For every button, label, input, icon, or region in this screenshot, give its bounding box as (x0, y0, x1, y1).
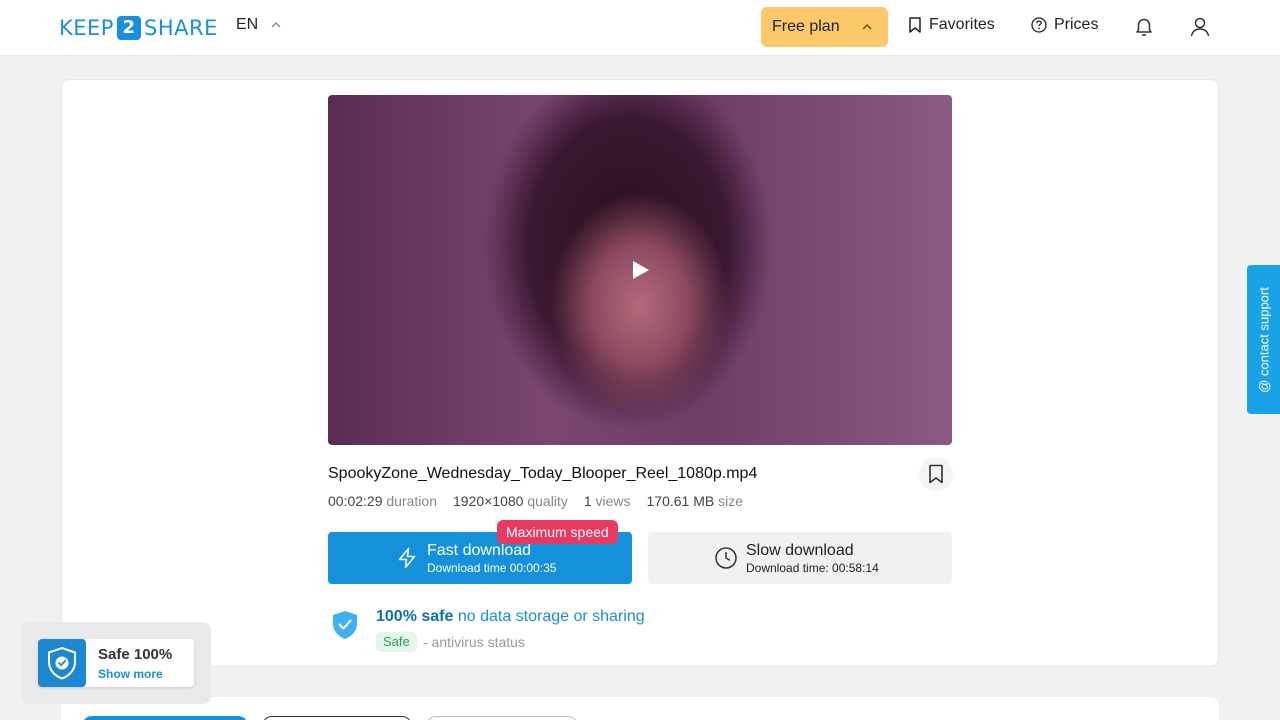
bookmark-icon (909, 17, 921, 33)
chevron-up-icon (862, 24, 872, 30)
top-header: KEEP 2 SHARE EN Free plan Favorites Pric… (0, 0, 1280, 56)
play-icon[interactable] (632, 260, 650, 280)
clock-icon (715, 547, 737, 569)
quality-value: 1920×1080 (452, 493, 524, 509)
logo-text-right: SHARE (143, 15, 218, 40)
show-more-link[interactable]: Show more (98, 667, 163, 681)
chevron-up-icon (271, 22, 281, 28)
shield-check-icon (333, 611, 357, 639)
fast-download-title: Fast download (427, 542, 532, 559)
contact-support-tab[interactable]: @ contact support (1247, 265, 1280, 414)
views-unit: views (595, 493, 631, 509)
favorites-link[interactable]: Favorites (908, 16, 995, 34)
tab-pill-second[interactable] (262, 716, 412, 720)
maximum-speed-badge: Maximum speed (497, 520, 618, 544)
safe-widget: Safe 100% Show more (21, 622, 211, 704)
file-meta: 00:02:29 duration 1920×1080 quality 1 vi… (328, 493, 743, 509)
plan-button[interactable]: Free plan (761, 7, 888, 47)
tab-pill-active[interactable] (82, 716, 248, 720)
logo-number: 2 (116, 15, 141, 40)
shield-check-icon (48, 646, 76, 680)
antivirus-safe-badge: Safe (376, 632, 417, 652)
quality-unit: quality (527, 493, 568, 509)
meta-size: 170.61 MB size (647, 493, 744, 509)
safety-headline-rest: no data storage or sharing (457, 608, 645, 625)
lightning-icon (398, 547, 416, 569)
video-preview[interactable] (328, 95, 952, 445)
slow-download-button[interactable]: Slow download Download time: 00:58:14 (648, 532, 952, 584)
user-account-icon[interactable] (1188, 15, 1212, 39)
plan-label: Free plan (772, 18, 840, 35)
site-logo[interactable]: KEEP 2 SHARE (59, 14, 218, 41)
meta-duration: 00:02:29 duration (328, 493, 437, 509)
slow-download-title: Slow download (746, 542, 854, 559)
tab-pill-third[interactable] (426, 716, 578, 720)
slow-download-time: Download time: 00:58:14 (746, 561, 879, 575)
views-value: 1 (583, 493, 592, 509)
language-label: EN (236, 16, 259, 33)
duration-value: 00:02:29 (328, 493, 383, 509)
duration-unit: duration (386, 493, 437, 509)
add-to-favorites-button[interactable] (919, 457, 953, 491)
safe-widget-title: Safe 100% (98, 646, 173, 663)
safety-headline: 100% safe no data storage or sharing (376, 608, 645, 626)
meta-quality: 1920×1080 quality (453, 493, 568, 509)
bookmark-icon (929, 464, 943, 484)
language-selector[interactable]: EN (236, 16, 282, 34)
size-unit: size (718, 493, 744, 509)
contact-support-label: @ contact support (1256, 286, 1271, 393)
favorites-label: Favorites (929, 16, 995, 33)
safe-widget-icon-box (38, 639, 86, 687)
prices-label: Prices (1054, 16, 1099, 33)
file-name: SpookyZone_Wednesday_Today_Blooper_Reel_… (328, 465, 758, 482)
antivirus-status-text: - antivirus status (423, 634, 525, 650)
safe-widget-card[interactable]: Safe 100% Show more (38, 639, 194, 687)
prices-link[interactable]: Prices (1031, 16, 1098, 34)
safety-headline-bold: 100% safe (376, 608, 454, 625)
notifications-bell-icon[interactable] (1132, 15, 1156, 39)
fast-download-time: Download time 00:00:35 (427, 561, 557, 575)
size-value: 170.61 MB (646, 493, 715, 509)
help-circle-icon (1031, 17, 1047, 33)
meta-views: 1 views (584, 493, 631, 509)
logo-text-left: KEEP (59, 15, 114, 40)
